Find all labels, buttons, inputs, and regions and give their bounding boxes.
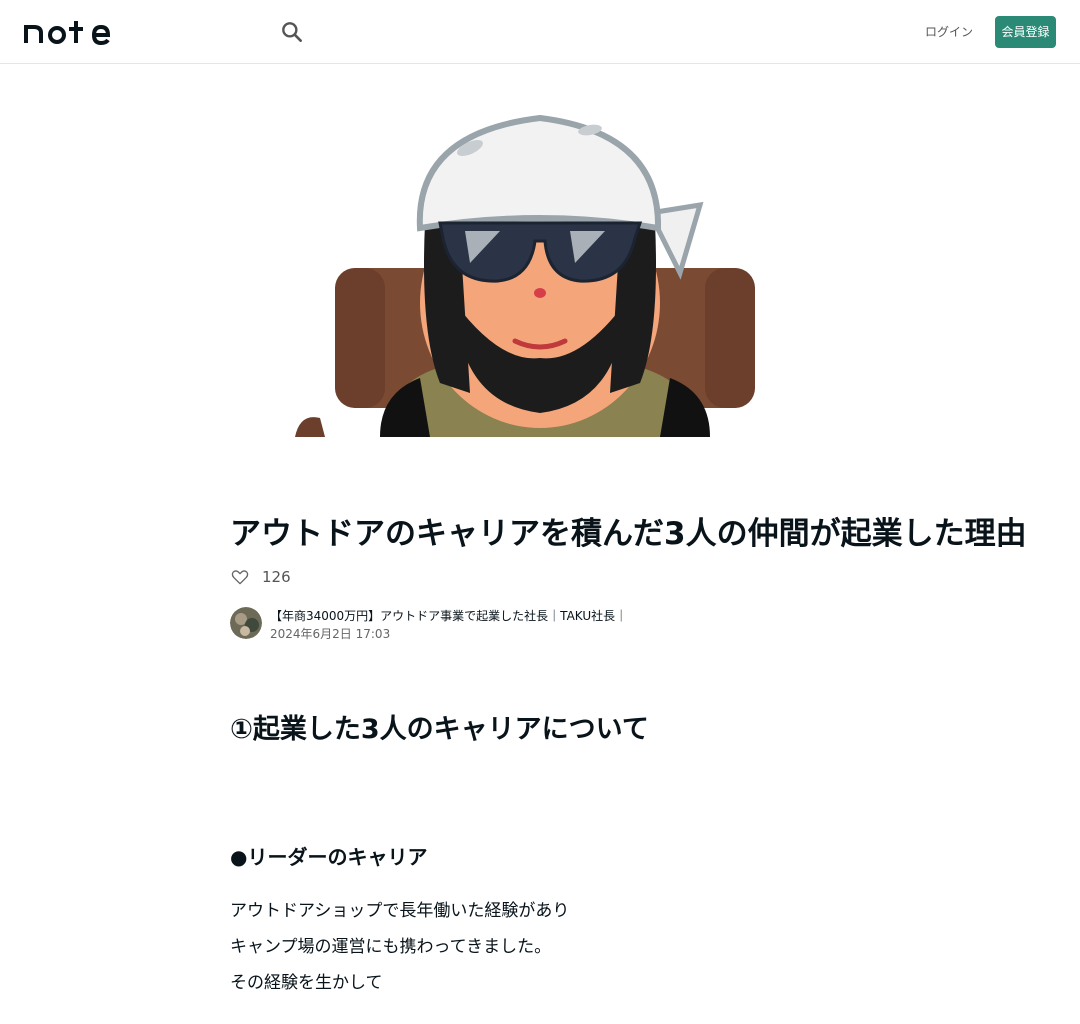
body-paragraph-line: キャンプ場の運営にも携わってきました。 [230,937,552,957]
body-paragraph-line: その経験を生かして [230,973,383,993]
article-title: アウトドアのキャリアを積んだ3人の仲間が起業した理由 [230,516,1027,552]
body-paragraph-line: アウトドアショップで長年働いた経験があり [230,901,570,921]
publish-date: 2024年6月2日 17:03 [270,627,391,641]
login-link[interactable]: ログイン [924,22,974,42]
heart-icon[interactable] [230,567,250,587]
section-heading: ①起業した3人のキャリアについて [230,714,649,745]
like-row: 126 [230,566,291,588]
section-subheading: ●リーダーのキャリア [230,845,428,869]
note-logo[interactable] [24,19,124,45]
hiker-illustration [295,114,755,437]
signup-button[interactable]: 会員登録 [995,16,1056,48]
site-header: ログイン 会員登録 [0,0,1080,64]
author-name[interactable]: 【年商34000万円】アウトドア事業で起業した社長｜TAKU社長｜ [270,608,627,624]
search-icon[interactable] [279,19,305,45]
author-avatar[interactable] [230,607,262,639]
like-count: 126 [262,568,291,586]
eyecatch-image [230,113,850,437]
